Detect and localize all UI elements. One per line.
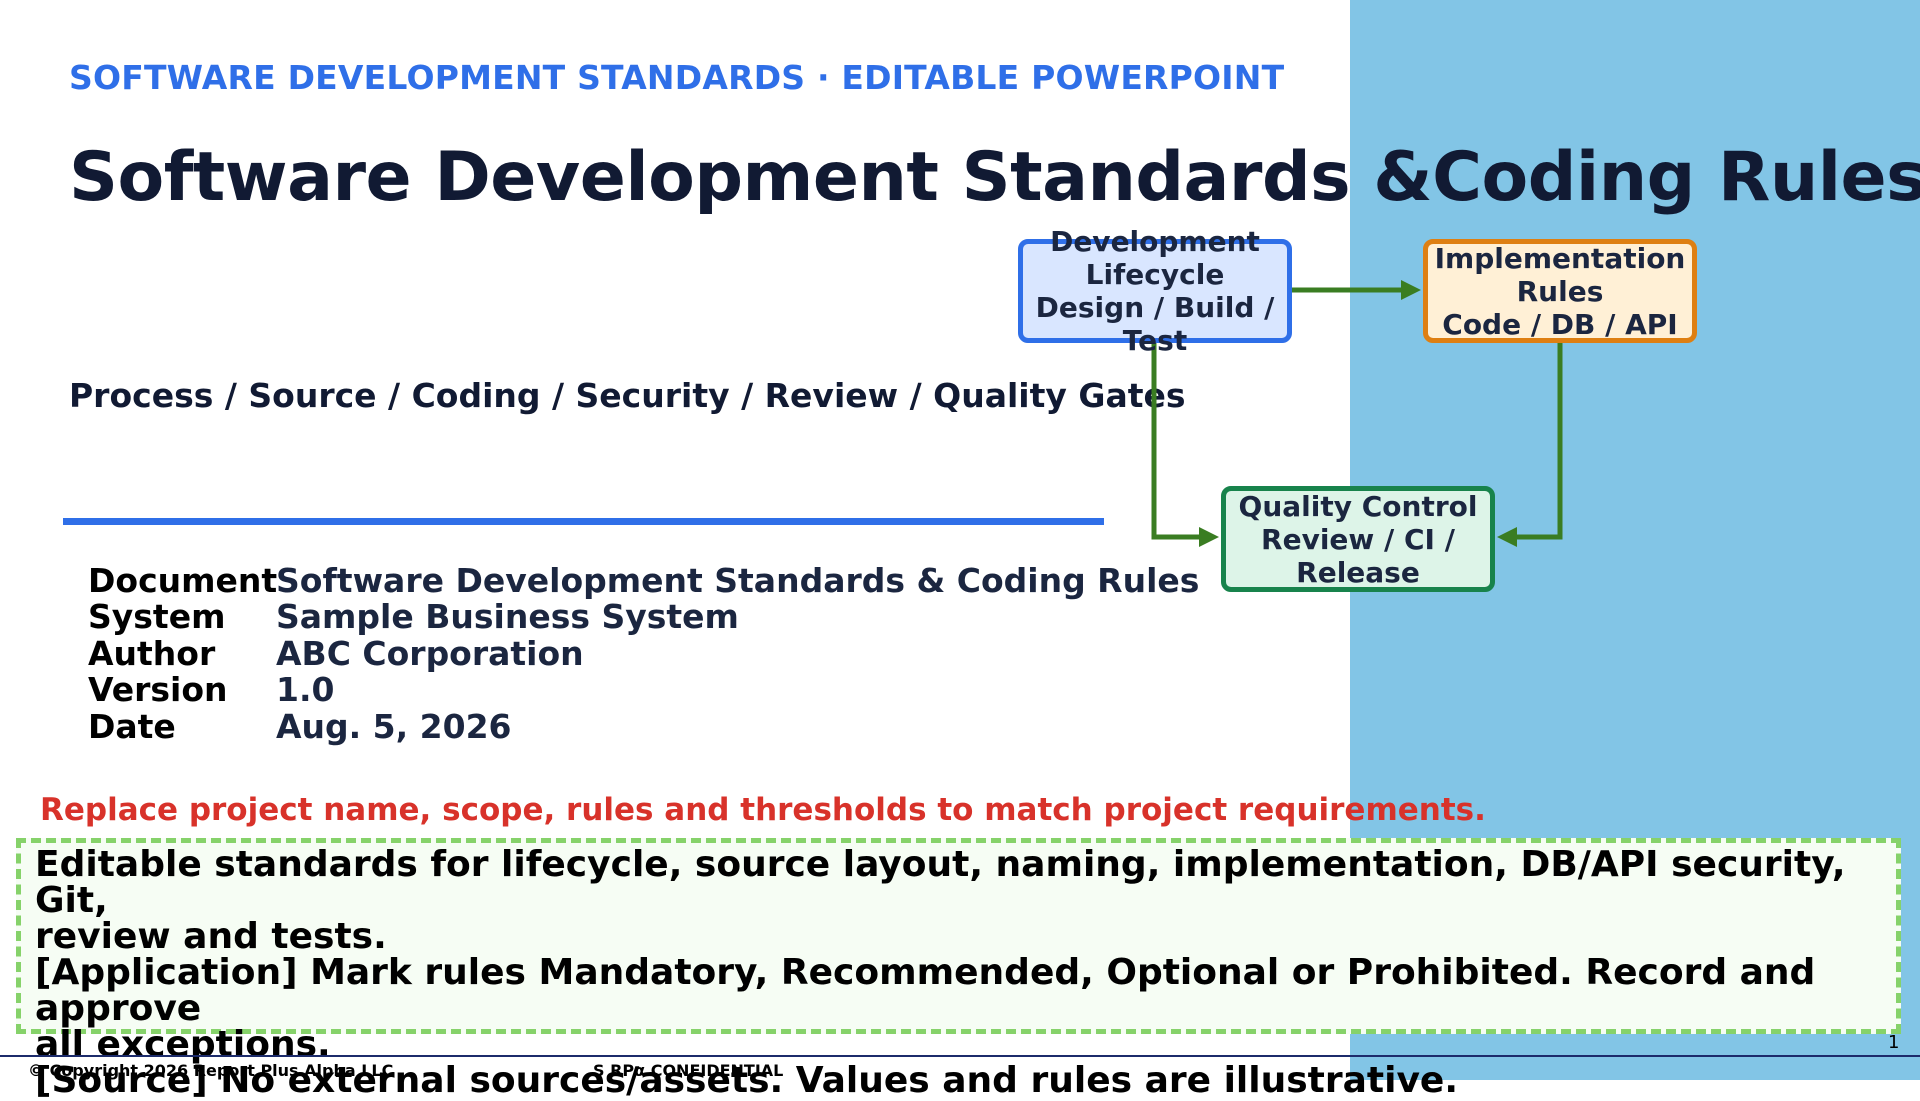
slide-kicker: SOFTWARE DEVELOPMENT STANDARDS · EDITABL… <box>69 58 1285 97</box>
node-line: Lifecycle <box>1085 258 1225 291</box>
flow-node-implementation-rules: Implementation Rules Code / DB / API <box>1423 239 1697 343</box>
node-line: Code / DB / API <box>1442 307 1678 341</box>
footer-confidential: S RPα CONFIDENTIAL <box>593 1061 784 1080</box>
node-line: Development <box>1050 225 1260 258</box>
node-line: Design / Build / <box>1035 291 1275 324</box>
flow-node-quality-control: Quality Control Review / CI / Release <box>1221 486 1495 592</box>
node-line: Implementation <box>1434 241 1686 275</box>
info-line: review and tests. <box>35 916 387 957</box>
meta-key: Version <box>88 670 228 710</box>
document-meta-table: Document Software Development Standards … <box>88 560 1200 746</box>
info-line: [Application] Mark rules Mandatory, Reco… <box>35 952 1816 1029</box>
meta-key: Document <box>88 560 278 600</box>
meta-row-document: Document Software Development Standards … <box>88 560 1200 600</box>
meta-value: Sample Business System <box>276 597 739 637</box>
divider-rule <box>63 518 1104 525</box>
footer-rule <box>0 1055 1920 1057</box>
slide-subtitle: Process / Source / Coding / Security / R… <box>69 376 1186 415</box>
meta-key: Date <box>88 706 176 746</box>
info-callout-box: Editable standards for lifecycle, source… <box>16 838 1901 1099</box>
node-line: Quality Control <box>1238 489 1478 523</box>
node-line: Release <box>1296 555 1420 589</box>
meta-value: ABC Corporation <box>276 633 584 673</box>
slide-title: Software Development Standards &Coding R… <box>69 138 1920 217</box>
page-number: 1 <box>1888 1032 1900 1053</box>
info-line: all exceptions. <box>35 1024 331 1065</box>
meta-value: 1.0 <box>276 670 335 710</box>
meta-row-system: System Sample Business System <box>88 597 1199 637</box>
info-line: Editable standards for lifecycle, source… <box>35 844 1846 921</box>
meta-row-date: Date Aug. 5, 2026 <box>88 706 1199 746</box>
meta-key: Author <box>88 633 216 673</box>
meta-row-version: Version 1.0 <box>88 670 1199 710</box>
arrow-lifecycle-to-quality <box>1151 343 1219 547</box>
meta-key: System <box>88 597 226 637</box>
footer-copyright: © Copyright 2026 Report Plus Alpha LLC <box>28 1061 394 1080</box>
node-line: Test <box>1122 324 1188 357</box>
meta-row-author: Author ABC Corporation <box>88 633 1199 673</box>
meta-value: Aug. 5, 2026 <box>276 706 512 746</box>
flow-node-development-lifecycle: Development Lifecycle Design / Build / T… <box>1018 225 1292 357</box>
meta-value: Software Development Standards & Coding … <box>276 560 1200 600</box>
node-line: Rules <box>1516 274 1604 308</box>
customization-notice: Replace project name, scope, rules and t… <box>40 792 1486 828</box>
node-line: Review / CI / <box>1261 522 1455 556</box>
